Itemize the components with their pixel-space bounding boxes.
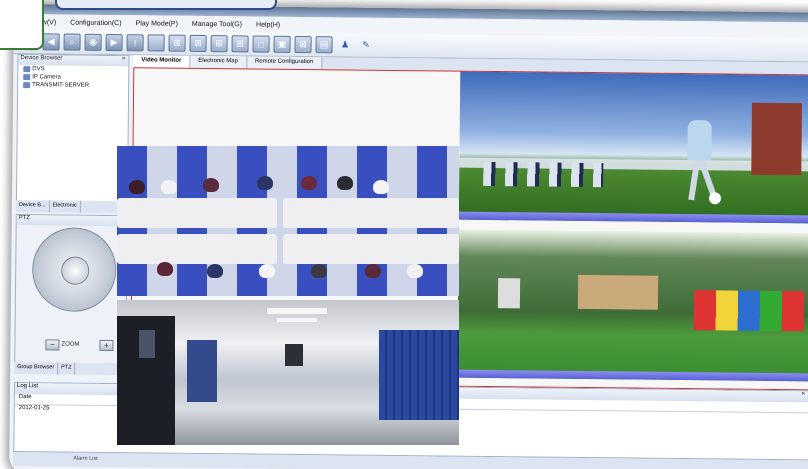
back-icon[interactable]: ◀ [42, 33, 60, 51]
person-shape [259, 264, 275, 278]
camera-controls-strip[interactable] [458, 211, 808, 224]
person-shape [407, 264, 423, 278]
table-shape [117, 234, 277, 264]
person-shape [207, 264, 223, 278]
person-shape [373, 180, 389, 194]
zoom-in-button[interactable]: + [99, 339, 114, 352]
zoom-out-button[interactable]: − [45, 339, 60, 351]
person-shape [311, 264, 327, 278]
person-shape [337, 176, 353, 190]
record-icon[interactable]: ⊠ [294, 35, 312, 54]
menu-help[interactable]: Help(H) [256, 21, 280, 28]
person-shape [203, 178, 219, 192]
menu-configuration[interactable]: Configuration(C) [70, 19, 121, 27]
tab-video-monitor[interactable]: Video Monitor [133, 55, 191, 68]
grid-6-icon[interactable]: ⊞ [189, 34, 207, 53]
ptz-panel: PTZ − ZOOM + [14, 214, 128, 366]
device-icon [23, 82, 31, 89]
table-shape [283, 234, 459, 264]
tab-ptz[interactable]: PTZ [58, 362, 76, 375]
person-shape [129, 180, 145, 194]
ptz-title: PTZ [18, 215, 31, 222]
ptz-header: PTZ [16, 215, 127, 227]
close-icon[interactable]: × [122, 56, 126, 66]
ptz-center-icon[interactable] [61, 256, 90, 285]
decorative-frame [55, 0, 277, 10]
camera-view-soccer[interactable] [458, 71, 808, 224]
person-shape [157, 262, 173, 276]
lock-icon[interactable]: ▤ [315, 36, 333, 54]
search-icon[interactable]: ⌕ [63, 33, 81, 51]
camera-controls-strip[interactable] [457, 369, 808, 382]
camera-icon[interactable]: ◉ [84, 33, 102, 51]
log-list-title: Log List [16, 383, 39, 390]
stage: View(V) Configuration(C) Play Mode(P) Ma… [0, 0, 808, 469]
device-browser-panel: Device Browser × DVS IP Camera TRANSMIT-… [15, 54, 130, 204]
tree-item-label: DVS [32, 66, 45, 73]
tab-remote-configuration[interactable]: Remote Configuration [246, 56, 323, 70]
person-shape [257, 176, 273, 190]
tree-item-label: TRANSMIT-SERVER [32, 82, 90, 89]
device-icon [23, 66, 31, 73]
ptz-tabs: Group Browser PTZ [14, 362, 127, 376]
close-icon[interactable]: × [801, 391, 805, 402]
menu-play-mode[interactable]: Play Mode(P) [136, 20, 178, 27]
table-shape [283, 198, 459, 228]
tab-group-browser[interactable]: Group Browser [14, 362, 59, 375]
left-tabs: Device B... Electronic [15, 200, 128, 214]
person-shape [161, 180, 177, 194]
info-icon[interactable]: ! [126, 34, 144, 52]
grid-9-icon[interactable]: ⊞ [210, 35, 228, 53]
grid-16-icon[interactable]: ⊞ [231, 35, 249, 53]
user-icon[interactable]: ♟ [337, 36, 354, 53]
menu-manage-tool[interactable]: Manage Tool(G) [192, 20, 242, 28]
device-icon [23, 74, 31, 81]
tree-item-transmit-server[interactable]: TRANSMIT-SERVER [18, 81, 128, 90]
camera-view-cafeteria[interactable] [117, 146, 459, 296]
table-shape [117, 198, 277, 228]
device-browser-title: Device Browser [20, 55, 63, 62]
zoom-label: ZOOM [61, 341, 80, 348]
grid-4-icon[interactable]: ⊞ [168, 34, 186, 52]
tab-electronic-map[interactable]: Electronic Map [190, 55, 248, 69]
tab-electronic[interactable]: Electronic [49, 200, 81, 213]
screenshot-icon[interactable]: ▣ [273, 35, 291, 53]
settings-icon[interactable]: ✎ [357, 37, 374, 54]
grid-1-icon[interactable] [147, 34, 165, 52]
tree-item-label: IP Camera [32, 74, 61, 81]
camera-view-playground[interactable] [457, 229, 808, 382]
fullscreen-icon[interactable]: □ [252, 35, 270, 53]
playback-icon[interactable]: ▶ [105, 33, 123, 52]
camera-view-hallway[interactable] [117, 300, 459, 445]
ptz-direction-pad[interactable] [31, 227, 117, 313]
person-shape [301, 176, 317, 190]
person-shape [365, 264, 381, 278]
tab-device-browser[interactable]: Device B... [15, 200, 50, 213]
decorative-frame [0, 0, 44, 50]
